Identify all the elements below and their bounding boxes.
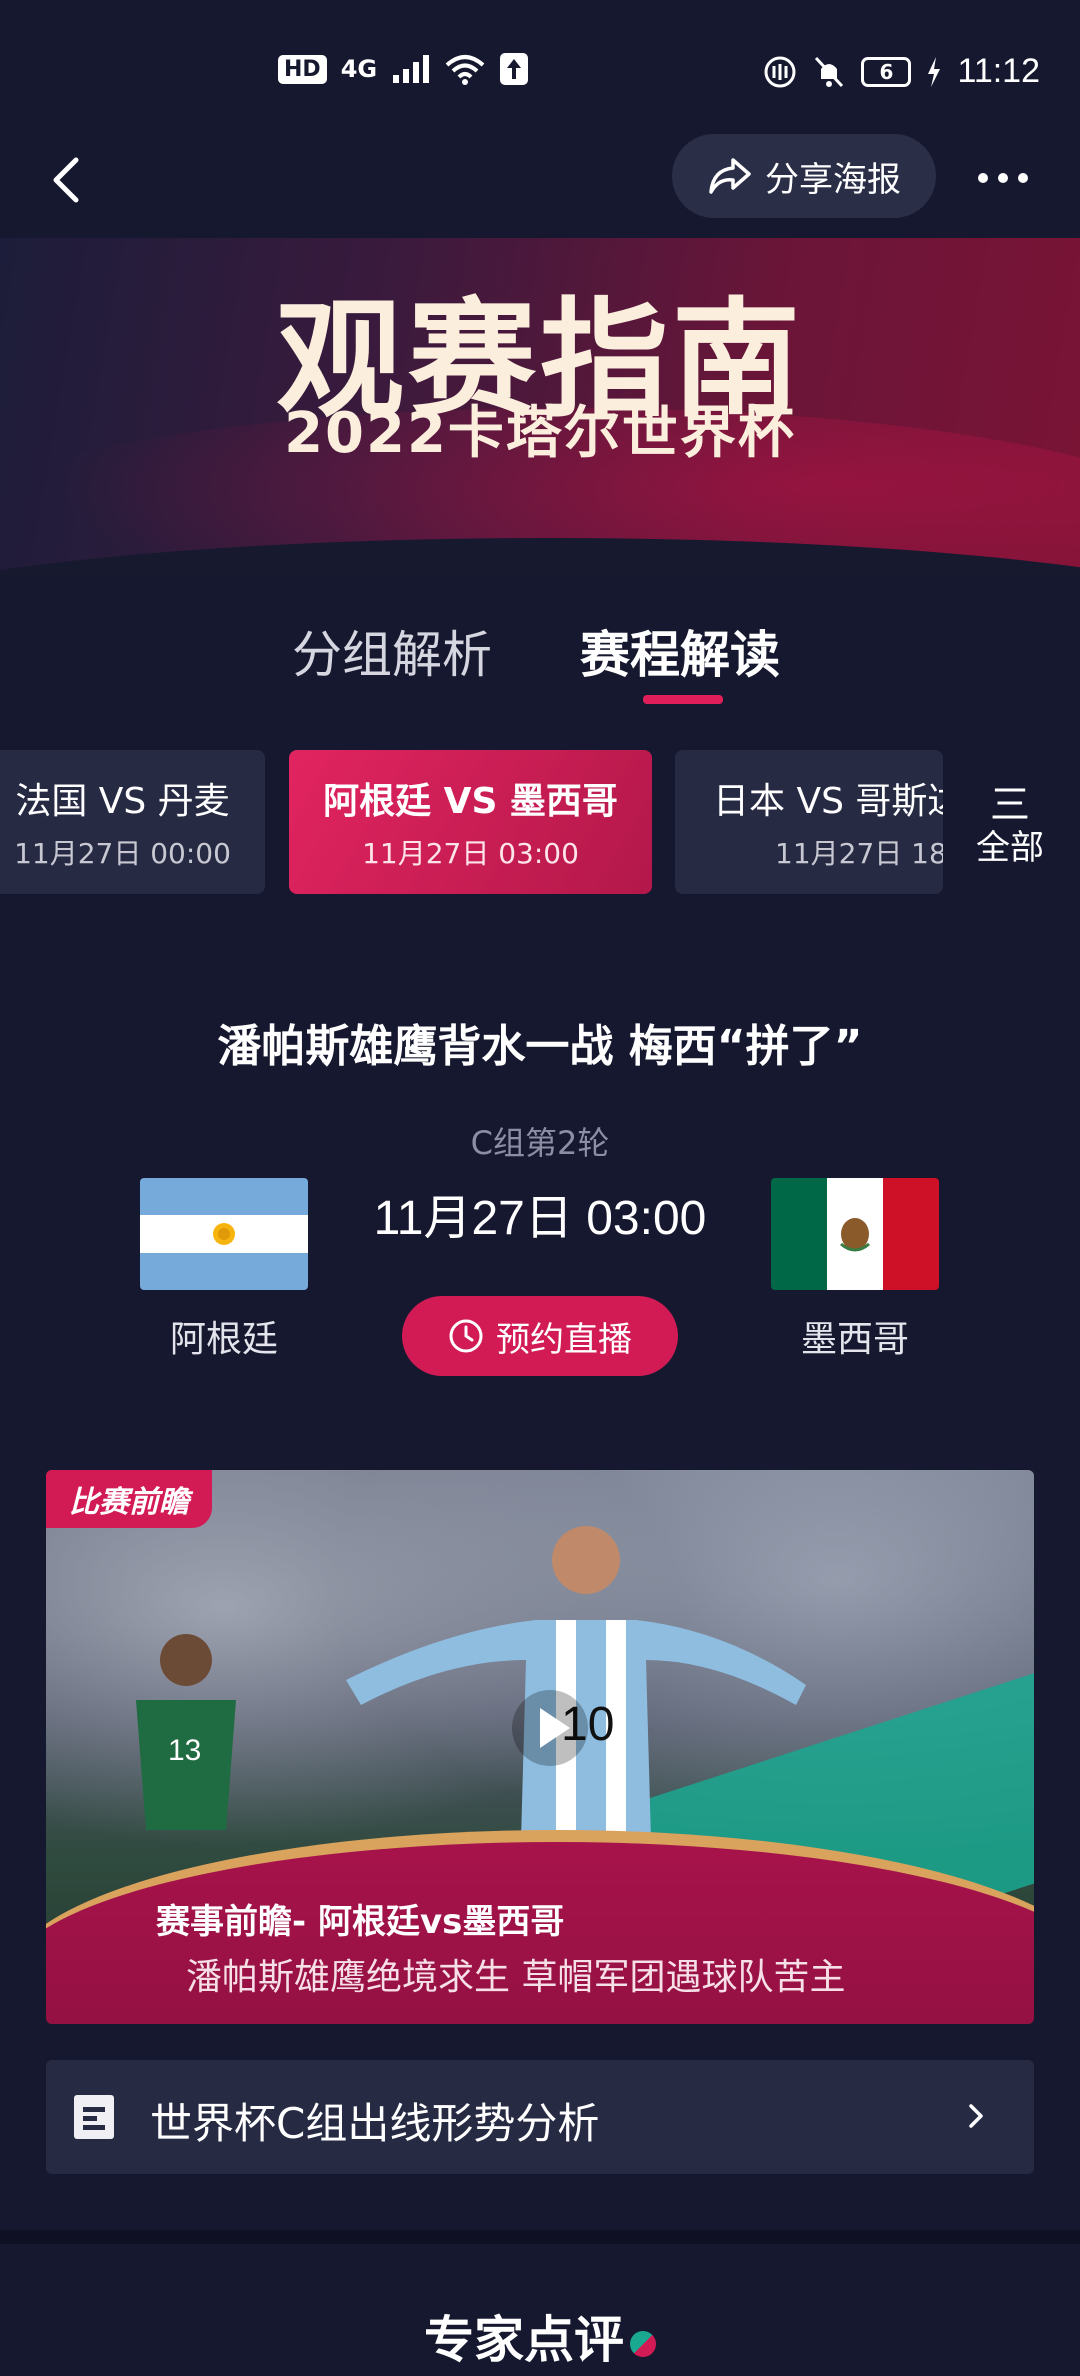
- share-poster-button[interactable]: 分享海报: [672, 134, 936, 218]
- status-bar: HD 4G 6 11:12: [0, 0, 1080, 150]
- back-icon: [53, 157, 79, 203]
- active-tab-indicator: [643, 695, 723, 704]
- clock-icon: [449, 1319, 483, 1353]
- match-chip-teams: 日本 VS 哥斯达: [713, 781, 943, 822]
- upload-icon: [500, 53, 529, 85]
- reserve-label: 预约直播: [496, 1319, 632, 1360]
- video-tag: 比赛前瞻: [46, 1470, 212, 1528]
- status-left: HD 4G: [278, 52, 529, 86]
- home-team-name: 阿根廷: [169, 1319, 278, 1360]
- tab-group-analysis[interactable]: 分组解析: [292, 615, 492, 687]
- section-accent-icon: [630, 2330, 656, 2357]
- mute-icon: [815, 56, 844, 87]
- group-analysis-label: 世界杯C组出线形势分析: [150, 2099, 600, 2148]
- battery-icon: 6: [861, 56, 912, 87]
- player-illustration: 13: [136, 1634, 236, 1830]
- wifi-icon: [445, 55, 485, 85]
- match-chip-selected[interactable]: 阿根廷 VS 墨西哥 11月27日 03:00: [289, 750, 652, 894]
- match-headline: 潘帕斯雄鹰背水一战 梅西“拼了”: [217, 1021, 863, 1072]
- network-label: 4G: [340, 55, 378, 83]
- mexico-flag: [771, 1178, 939, 1290]
- match-chip-time: 11月27日 00:00: [14, 837, 231, 870]
- status-right: 6 11:12: [763, 52, 1040, 91]
- all-matches-button[interactable]: 三 全部: [960, 750, 1060, 894]
- back-button[interactable]: [40, 150, 100, 210]
- away-team-name: 墨西哥: [800, 1319, 909, 1360]
- match-chip-time: 11月27日 03:00: [362, 837, 579, 870]
- video-title: 赛事前瞻- 阿根廷vs墨西哥: [156, 1902, 565, 1942]
- more-button[interactable]: [968, 148, 1038, 208]
- banner-subtitle: 2022卡塔尔世界杯: [284, 401, 796, 466]
- player-illustration: 10: [346, 1526, 806, 1840]
- chevron-right-icon: [969, 2104, 983, 2128]
- reserve-live-button[interactable]: 预约直播: [402, 1296, 678, 1376]
- tab-bar: 分组解析 赛程解读: [0, 615, 1080, 715]
- hd-badge: HD: [278, 54, 327, 84]
- svg-text:13: 13: [168, 1734, 201, 1767]
- expert-section-label: 专家点评: [424, 2311, 624, 2369]
- match-chip-teams: 法国 VS 丹麦: [15, 781, 230, 822]
- group-analysis-link[interactable]: 世界杯C组出线形势分析: [46, 2060, 1034, 2174]
- top-nav: 分享海报: [0, 130, 1080, 230]
- signal-icon: [393, 55, 430, 83]
- section-divider: [0, 2230, 1080, 2244]
- play-icon[interactable]: [510, 1688, 590, 1768]
- match-chip-time: 11月27日 18:: [775, 837, 943, 870]
- tab-schedule-analysis[interactable]: 赛程解读: [580, 615, 780, 687]
- match-chip-teams: 阿根廷 VS 墨西哥: [323, 781, 618, 822]
- video-subtitle: 潘帕斯雄鹰绝境求生 草帽军团遇球队苦主: [186, 1957, 846, 1998]
- nfc-icon: [764, 56, 796, 87]
- charging-icon: [928, 56, 941, 87]
- app-screen: { "status_bar": { "hd": "HD", "network":…: [0, 0, 1080, 2376]
- banner: 观赛指南 2022卡塔尔世界杯: [0, 238, 1080, 578]
- preview-video-card[interactable]: 10 13 比赛前瞻 赛事前瞻- 阿根廷vs墨西哥 潘帕斯雄鹰绝境求生 草帽军团…: [46, 1470, 1034, 2024]
- share-icon: [709, 158, 751, 194]
- all-matches-label: 全部: [976, 828, 1044, 868]
- share-label: 分享海报: [765, 159, 901, 200]
- argentina-flag: [140, 1178, 308, 1290]
- more-icon: [978, 173, 1028, 183]
- match-chip[interactable]: 日本 VS 哥斯达 11月27日 18:: [675, 750, 943, 894]
- match-chip[interactable]: 法国 VS 丹麦 11月27日 00:00: [0, 750, 265, 894]
- document-icon: [74, 2095, 114, 2139]
- match-selector: 法国 VS 丹麦 11月27日 00:00 阿根廷 VS 墨西哥 11月27日 …: [0, 750, 1080, 896]
- expert-section-title: 专家点评: [0, 2300, 1080, 2372]
- clock-time: 11:12: [957, 52, 1040, 90]
- match-round: C组第2轮: [470, 1124, 610, 1162]
